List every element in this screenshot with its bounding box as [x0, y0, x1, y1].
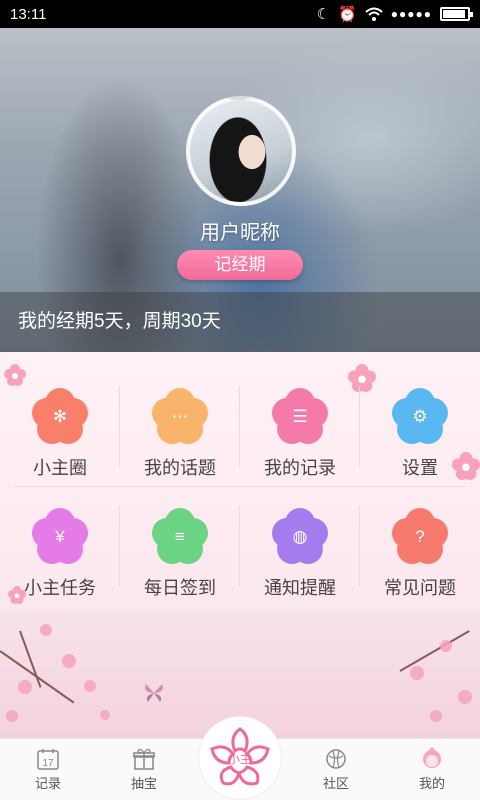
- coin-stack-icon: ≡: [151, 508, 209, 566]
- gift-icon: [133, 748, 155, 770]
- signal-icon: ●●●●●: [390, 7, 432, 21]
- calendar-icon: 17: [37, 749, 59, 770]
- nav-label: 记录: [34, 776, 61, 791]
- nav-mine[interactable]: 我的: [384, 739, 480, 800]
- nav-label: 社区: [322, 776, 349, 791]
- status-time: 13:11: [10, 5, 47, 23]
- nav-lottery[interactable]: 抽宝: [96, 739, 192, 800]
- gear-icon: ⚙: [391, 388, 449, 446]
- alarm-icon: ⏰: [338, 6, 357, 23]
- wifi-icon: [365, 7, 383, 21]
- menu-item-daily-checkin[interactable]: ≡ 每日签到: [120, 486, 240, 606]
- record-period-button[interactable]: 记经期: [177, 250, 303, 280]
- svg-text:小主: 小主: [228, 752, 252, 766]
- svg-text:17: 17: [42, 758, 54, 769]
- nav-community[interactable]: 社区: [288, 739, 384, 800]
- menu-item-label: 常见问题: [384, 578, 456, 598]
- fan-icon: ✻: [31, 388, 89, 446]
- center-tab-button[interactable]: 小主: [198, 716, 282, 800]
- clipboard-icon: ☰: [271, 388, 329, 446]
- menu-item-circle[interactable]: ✻ 小主圈: [0, 366, 120, 486]
- menu-item-label: 设置: [402, 458, 438, 478]
- lightbulb-icon: ◍: [271, 508, 329, 566]
- do-not-disturb-icon: ☾: [316, 6, 331, 23]
- menu-item-label: 我的话题: [144, 458, 216, 478]
- menu-item-faq[interactable]: ? 常见问题: [360, 486, 480, 606]
- menu-item-tasks[interactable]: ¥ 小主任务: [0, 486, 120, 606]
- menu-item-label: 通知提醒: [264, 578, 336, 598]
- coin-icon: ¥: [31, 508, 89, 566]
- battery-icon: [440, 7, 473, 21]
- question-icon: ?: [391, 508, 449, 566]
- menu-panel: ✻ 小主圈 ⋯ 我的话题 ☰ 我的记录 ⚙ 设置 ¥ 小主任务 ≡ 每日签到 ◍…: [0, 352, 480, 610]
- menu-item-my-records[interactable]: ☰ 我的记录: [240, 366, 360, 486]
- nav-records[interactable]: 17 记录: [0, 739, 96, 800]
- status-icons: ☾ ⏰ ●●●●●: [316, 5, 473, 23]
- avatar[interactable]: [186, 96, 296, 206]
- nav-label: 我的: [418, 776, 445, 791]
- user-nickname[interactable]: 用户昵称: [0, 216, 480, 245]
- status-bar: 13:11 ☾ ⏰ ●●●●●: [0, 0, 480, 28]
- menu-item-label: 小主圈: [33, 458, 87, 478]
- menu-item-label: 我的记录: [264, 458, 336, 478]
- nav-label: 抽宝: [130, 776, 157, 791]
- menu-divider: [14, 486, 466, 487]
- butterfly-icon: [145, 684, 163, 702]
- menu-item-label: 小主任务: [24, 578, 96, 598]
- flower-icon: 小主: [210, 727, 270, 786]
- girl-avatar-icon: [423, 747, 441, 768]
- chat-bubble-icon: ⋯: [151, 388, 209, 446]
- menu-item-settings[interactable]: ⚙ 设置: [360, 366, 480, 486]
- cycle-info: 我的经期5天，周期30天: [0, 292, 480, 352]
- profile-header: 用户昵称 记经期 我的经期5天，周期30天: [0, 28, 480, 352]
- menu-item-label: 每日签到: [144, 578, 216, 598]
- community-icon: [326, 749, 346, 769]
- menu-item-notifications[interactable]: ◍ 通知提醒: [240, 486, 360, 606]
- menu-item-my-topics[interactable]: ⋯ 我的话题: [120, 366, 240, 486]
